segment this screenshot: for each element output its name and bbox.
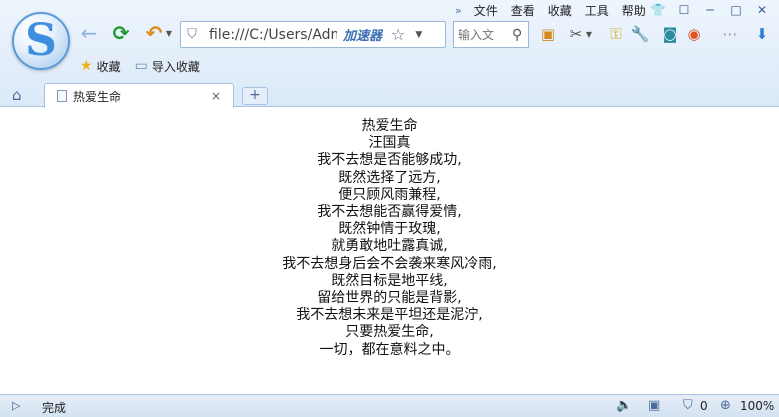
undo-dropdown-icon[interactable]: ▼ [164,26,174,40]
minimize-icon[interactable]: ─ [697,1,723,18]
poem-author: 汪国真 [368,135,411,152]
status-bar: ▷ 完成 🔈 ▣ ⛉ 0 ⊕ 100% [0,394,779,417]
poem-line: 只要热爱生命, [345,324,434,341]
new-tab-button[interactable]: + [242,87,268,105]
status-text: 完成 [42,401,67,415]
menu-favorites[interactable]: 收藏 [548,2,572,19]
poem-line: 就勇敢地吐露真诚, [331,238,448,255]
address-dropdown-icon[interactable]: ▼ [415,30,422,40]
poem-line: 一切，都在意料之中。 [319,341,460,358]
search-box[interactable]: ⚲ [453,21,529,48]
undo-icon[interactable]: ↶ [143,20,165,46]
bookmark-star-icon[interactable]: ☆ [391,25,405,44]
address-url[interactable]: file:///C:/Users/Adm [209,27,337,43]
key-icon[interactable]: ⚿ [606,24,626,44]
page-content: 热爱生命 汪国真 我不去想是否能够成功, 既然选择了远方, 便只顾风雨兼程, 我… [0,108,779,394]
wrench-icon[interactable]: 🔧 [630,24,650,44]
poem-line: 留给世界的只能是背影, [317,290,462,307]
favorites-bar: ★ 收藏 ▭ 导入收藏 [0,56,200,76]
more-options-icon[interactable]: ⋯ [720,24,740,44]
poem-line: 我不去想是否能够成功, [317,152,462,169]
accelerator-button[interactable]: 加速器 [343,25,382,44]
poem-line: 我不去想身后会不会袭来寒风冷雨, [282,255,497,272]
adblock-count: 0 [700,399,708,413]
browser-chrome: S » 文件 查看 收藏 工具 帮助 👕 ☐ ─ □ ✕ ← ⟳ ↶ ▼ ⛉ f… [0,0,779,108]
menu-bar: » 文件 查看 收藏 工具 帮助 [455,2,659,18]
search-icon[interactable]: ⚲ [512,27,522,43]
maximize-icon[interactable]: □ [723,1,749,18]
poem-line: 我不去想能否赢得爱情, [317,204,462,221]
weibo-icon[interactable]: ◉ [684,24,704,44]
adblock-shield-icon[interactable]: ⛉ [683,398,693,413]
menu-more-chevron[interactable]: » [455,4,462,17]
download-icon[interactable]: ⬇ [752,24,772,44]
scissors-dropdown-icon[interactable]: ▼ [584,24,594,44]
poem-line: 便只顾风雨兼程, [338,186,441,203]
zoom-level[interactable]: 100% [740,399,774,413]
scissors-icon[interactable]: ✂ [566,24,586,44]
favorites-item[interactable]: ★ 收藏 [80,58,121,75]
skin-icon[interactable]: 👕 [645,1,671,18]
volume-icon[interactable]: 🔈 [616,398,632,413]
close-window-icon[interactable]: ✕ [749,1,775,18]
tab-active[interactable]: 热爱生命 × [44,83,234,108]
poem-line: 既然选择了远方, [338,169,441,186]
zoom-icon[interactable]: ⊕ [720,398,731,413]
page-icon [57,90,67,102]
poem: 热爱生命 汪国真 我不去想是否能够成功, 既然选择了远方, 便只顾风雨兼程, 我… [0,118,779,359]
screenshot-icon[interactable]: ▣ [538,24,558,44]
menu-file[interactable]: 文件 [474,2,498,19]
address-bar[interactable]: ⛉ file:///C:/Users/Adm 加速器 ☆ ▼ [180,21,446,48]
back-arrow-icon[interactable]: ← [78,21,100,45]
menu-help[interactable]: 帮助 [622,2,646,19]
poem-line: 既然目标是地平线, [331,272,448,289]
shield-icon: ⛉ [187,27,197,42]
window-controls: 👕 ☐ ─ □ ✕ [645,1,775,18]
poem-line: 我不去想未来是平坦还是泥泞, [296,307,483,324]
search-input[interactable] [458,27,512,42]
menu-tools[interactable]: 工具 [585,2,609,19]
poem-line: 既然钟情于玫瑰, [338,221,441,238]
restore-icon[interactable]: ☐ [671,1,697,18]
refresh-icon[interactable]: ⟳ [108,20,134,46]
camera-icon[interactable]: ▣ [648,398,660,413]
import-favorites-item[interactable]: ▭ 导入收藏 [135,58,200,75]
tab-bar: ⌂ 热爱生命 × + [0,80,779,108]
poem-title: 热爱生命 [361,118,418,134]
folder-icon: ▭ [134,58,148,74]
star-icon: ★ [80,58,93,74]
tab-close-icon[interactable]: × [211,89,221,103]
tab-title: 热爱生命 [73,89,122,104]
menu-view[interactable]: 查看 [511,2,535,19]
home-icon[interactable]: ⌂ [12,86,22,104]
translate-icon[interactable]: ◙ [660,24,680,44]
sidebar-toggle-icon[interactable]: ▷ [12,399,20,412]
